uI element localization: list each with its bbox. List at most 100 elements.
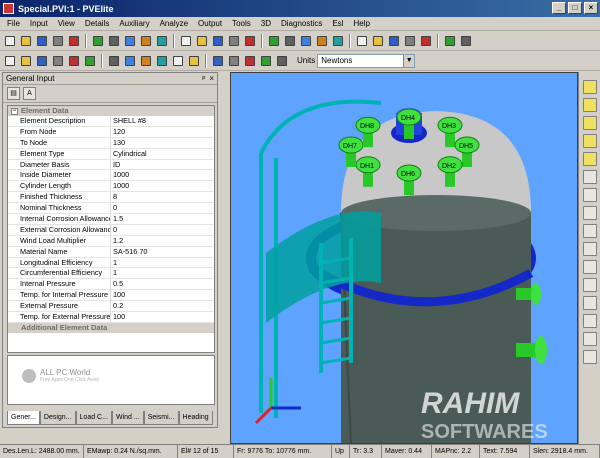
zoom-icon[interactable] xyxy=(211,54,225,68)
property-value[interactable]: 0 xyxy=(111,203,214,213)
ring-icon[interactable] xyxy=(179,34,193,48)
color-icon[interactable] xyxy=(582,350,597,364)
property-value[interactable]: 1000 xyxy=(111,181,214,191)
menu-input[interactable]: Input xyxy=(25,19,53,28)
menu-tools[interactable]: Tools xyxy=(227,19,256,28)
select-icon[interactable] xyxy=(582,296,597,310)
menu-3d[interactable]: 3D xyxy=(256,19,276,28)
property-value[interactable]: 0 xyxy=(111,225,214,235)
save-icon[interactable] xyxy=(35,34,49,48)
tab-general[interactable]: Gener... xyxy=(7,411,40,425)
property-row[interactable]: Wind Load Multiplier 1.2 xyxy=(8,235,214,247)
property-value[interactable]: 0.2 xyxy=(111,301,214,311)
halfpipe-icon[interactable] xyxy=(403,34,417,48)
property-value[interactable]: 1000 xyxy=(111,170,214,180)
property-row[interactable]: Element Description SHELL #8 xyxy=(8,116,214,127)
clear-icon[interactable] xyxy=(171,54,185,68)
property-value[interactable]: 130 xyxy=(111,138,214,148)
property-value[interactable]: 0.5 xyxy=(111,279,214,289)
cube-icon[interactable] xyxy=(582,80,597,94)
nozzle-icon[interactable] xyxy=(155,34,169,48)
menu-file[interactable]: File xyxy=(2,19,25,28)
edit-icon[interactable] xyxy=(19,54,33,68)
property-value[interactable]: SA-516 70 xyxy=(111,247,214,257)
skirt-icon[interactable] xyxy=(243,34,257,48)
insert-icon[interactable] xyxy=(51,54,65,68)
property-row[interactable]: External Corrosion Allowance 0 xyxy=(8,224,214,236)
grid-icon[interactable] xyxy=(582,314,597,328)
zoom-fit-icon[interactable] xyxy=(582,170,597,184)
magnify-icon[interactable] xyxy=(582,260,597,274)
tab-heading[interactable]: Heading xyxy=(178,411,213,425)
cube-front-icon[interactable] xyxy=(582,98,597,112)
collapse-icon[interactable]: − xyxy=(11,107,18,115)
flange-icon[interactable] xyxy=(123,34,137,48)
property-value[interactable]: 100 xyxy=(111,290,214,300)
list-icon[interactable] xyxy=(123,54,137,68)
render-icon[interactable] xyxy=(582,188,597,202)
lug-icon[interactable] xyxy=(227,34,241,48)
property-row[interactable]: Material Name SA-516 70 xyxy=(8,246,214,258)
property-row[interactable]: Internal Pressure 0.5 xyxy=(8,279,214,291)
property-value[interactable]: 1.2 xyxy=(111,236,214,246)
menu-esl[interactable]: Esl xyxy=(327,19,348,28)
tab-seismic[interactable]: Seismi... xyxy=(143,411,179,425)
leg-icon[interactable] xyxy=(211,34,225,48)
platform-icon[interactable] xyxy=(331,34,345,48)
table-icon[interactable] xyxy=(275,54,289,68)
help-icon[interactable] xyxy=(67,34,81,48)
tab-wind[interactable]: Wind ... xyxy=(111,411,144,425)
hand-icon[interactable] xyxy=(582,224,597,238)
orbit-icon[interactable] xyxy=(187,54,201,68)
property-value[interactable]: 8 xyxy=(111,192,214,202)
property-row[interactable]: External Pressure 0.2 xyxy=(8,301,214,313)
property-row[interactable]: Temp. for Internal Pressure 100 xyxy=(8,290,214,302)
alpha-icon[interactable]: A xyxy=(23,87,36,100)
chevron-down-icon[interactable]: ▼ xyxy=(403,54,415,67)
property-value[interactable]: 1 xyxy=(111,268,214,278)
cube-iso-icon[interactable] xyxy=(582,152,597,166)
property-row[interactable]: Cylinder Length 1000 xyxy=(8,181,214,193)
pin-icon[interactable]: ᵖ xyxy=(202,74,205,83)
menu-details[interactable]: Details xyxy=(80,19,114,28)
pan-icon[interactable] xyxy=(227,54,241,68)
clip-icon[interactable] xyxy=(387,34,401,48)
liquid-icon[interactable] xyxy=(315,34,329,48)
head-icon[interactable] xyxy=(107,34,121,48)
insulation-icon[interactable] xyxy=(299,34,313,48)
tab-load-cases[interactable]: Load C... xyxy=(75,411,112,425)
property-value[interactable]: 1 xyxy=(111,258,214,268)
units-select[interactable]: Newtons ▼ xyxy=(317,53,416,68)
check-icon[interactable] xyxy=(259,54,273,68)
cube-top-icon[interactable] xyxy=(582,134,597,148)
property-row[interactable]: Circumferential Efficiency 1 xyxy=(8,268,214,280)
property-row[interactable]: Finished Thickness 8 xyxy=(8,192,214,204)
menu-output[interactable]: Output xyxy=(193,19,227,28)
menu-diagnostics[interactable]: Diagnostics xyxy=(276,19,327,28)
property-row[interactable]: Nominal Thickness 0 xyxy=(8,203,214,215)
walk-icon[interactable] xyxy=(243,54,257,68)
render-icon[interactable] xyxy=(155,54,169,68)
3d-viewport[interactable]: DH4 DH3 DH5 DH2 DH6 DH1 DH7 DH8 RAHIM SOFTWARES xyxy=(230,72,578,444)
jacket-icon[interactable] xyxy=(419,34,433,48)
property-row[interactable]: Longitudinal Efficiency 1 xyxy=(8,257,214,269)
light-icon[interactable] xyxy=(582,332,597,346)
trayring-icon[interactable] xyxy=(371,34,385,48)
property-value[interactable]: Cylindrical xyxy=(111,149,214,159)
property-row[interactable]: To Node 130 xyxy=(8,137,214,149)
cube-side-icon[interactable] xyxy=(582,116,597,130)
property-row[interactable]: Element Type Cylindrical xyxy=(8,148,214,160)
pointer-icon[interactable] xyxy=(582,278,597,292)
delete-icon[interactable] xyxy=(35,54,49,68)
property-row[interactable]: Temp. for External Pressure 100 xyxy=(8,312,214,323)
eye-icon[interactable] xyxy=(582,206,597,220)
property-value[interactable]: 1.5 xyxy=(111,214,214,224)
close-button[interactable]: × xyxy=(584,2,598,14)
property-value[interactable]: 100 xyxy=(111,312,214,322)
section-element-data[interactable]: − Element Data xyxy=(8,106,214,116)
minimize-button[interactable]: _ xyxy=(552,2,566,14)
globe-icon[interactable] xyxy=(107,54,121,68)
saddle-icon[interactable] xyxy=(195,34,209,48)
report-icon[interactable] xyxy=(139,54,153,68)
shell-icon[interactable] xyxy=(91,34,105,48)
